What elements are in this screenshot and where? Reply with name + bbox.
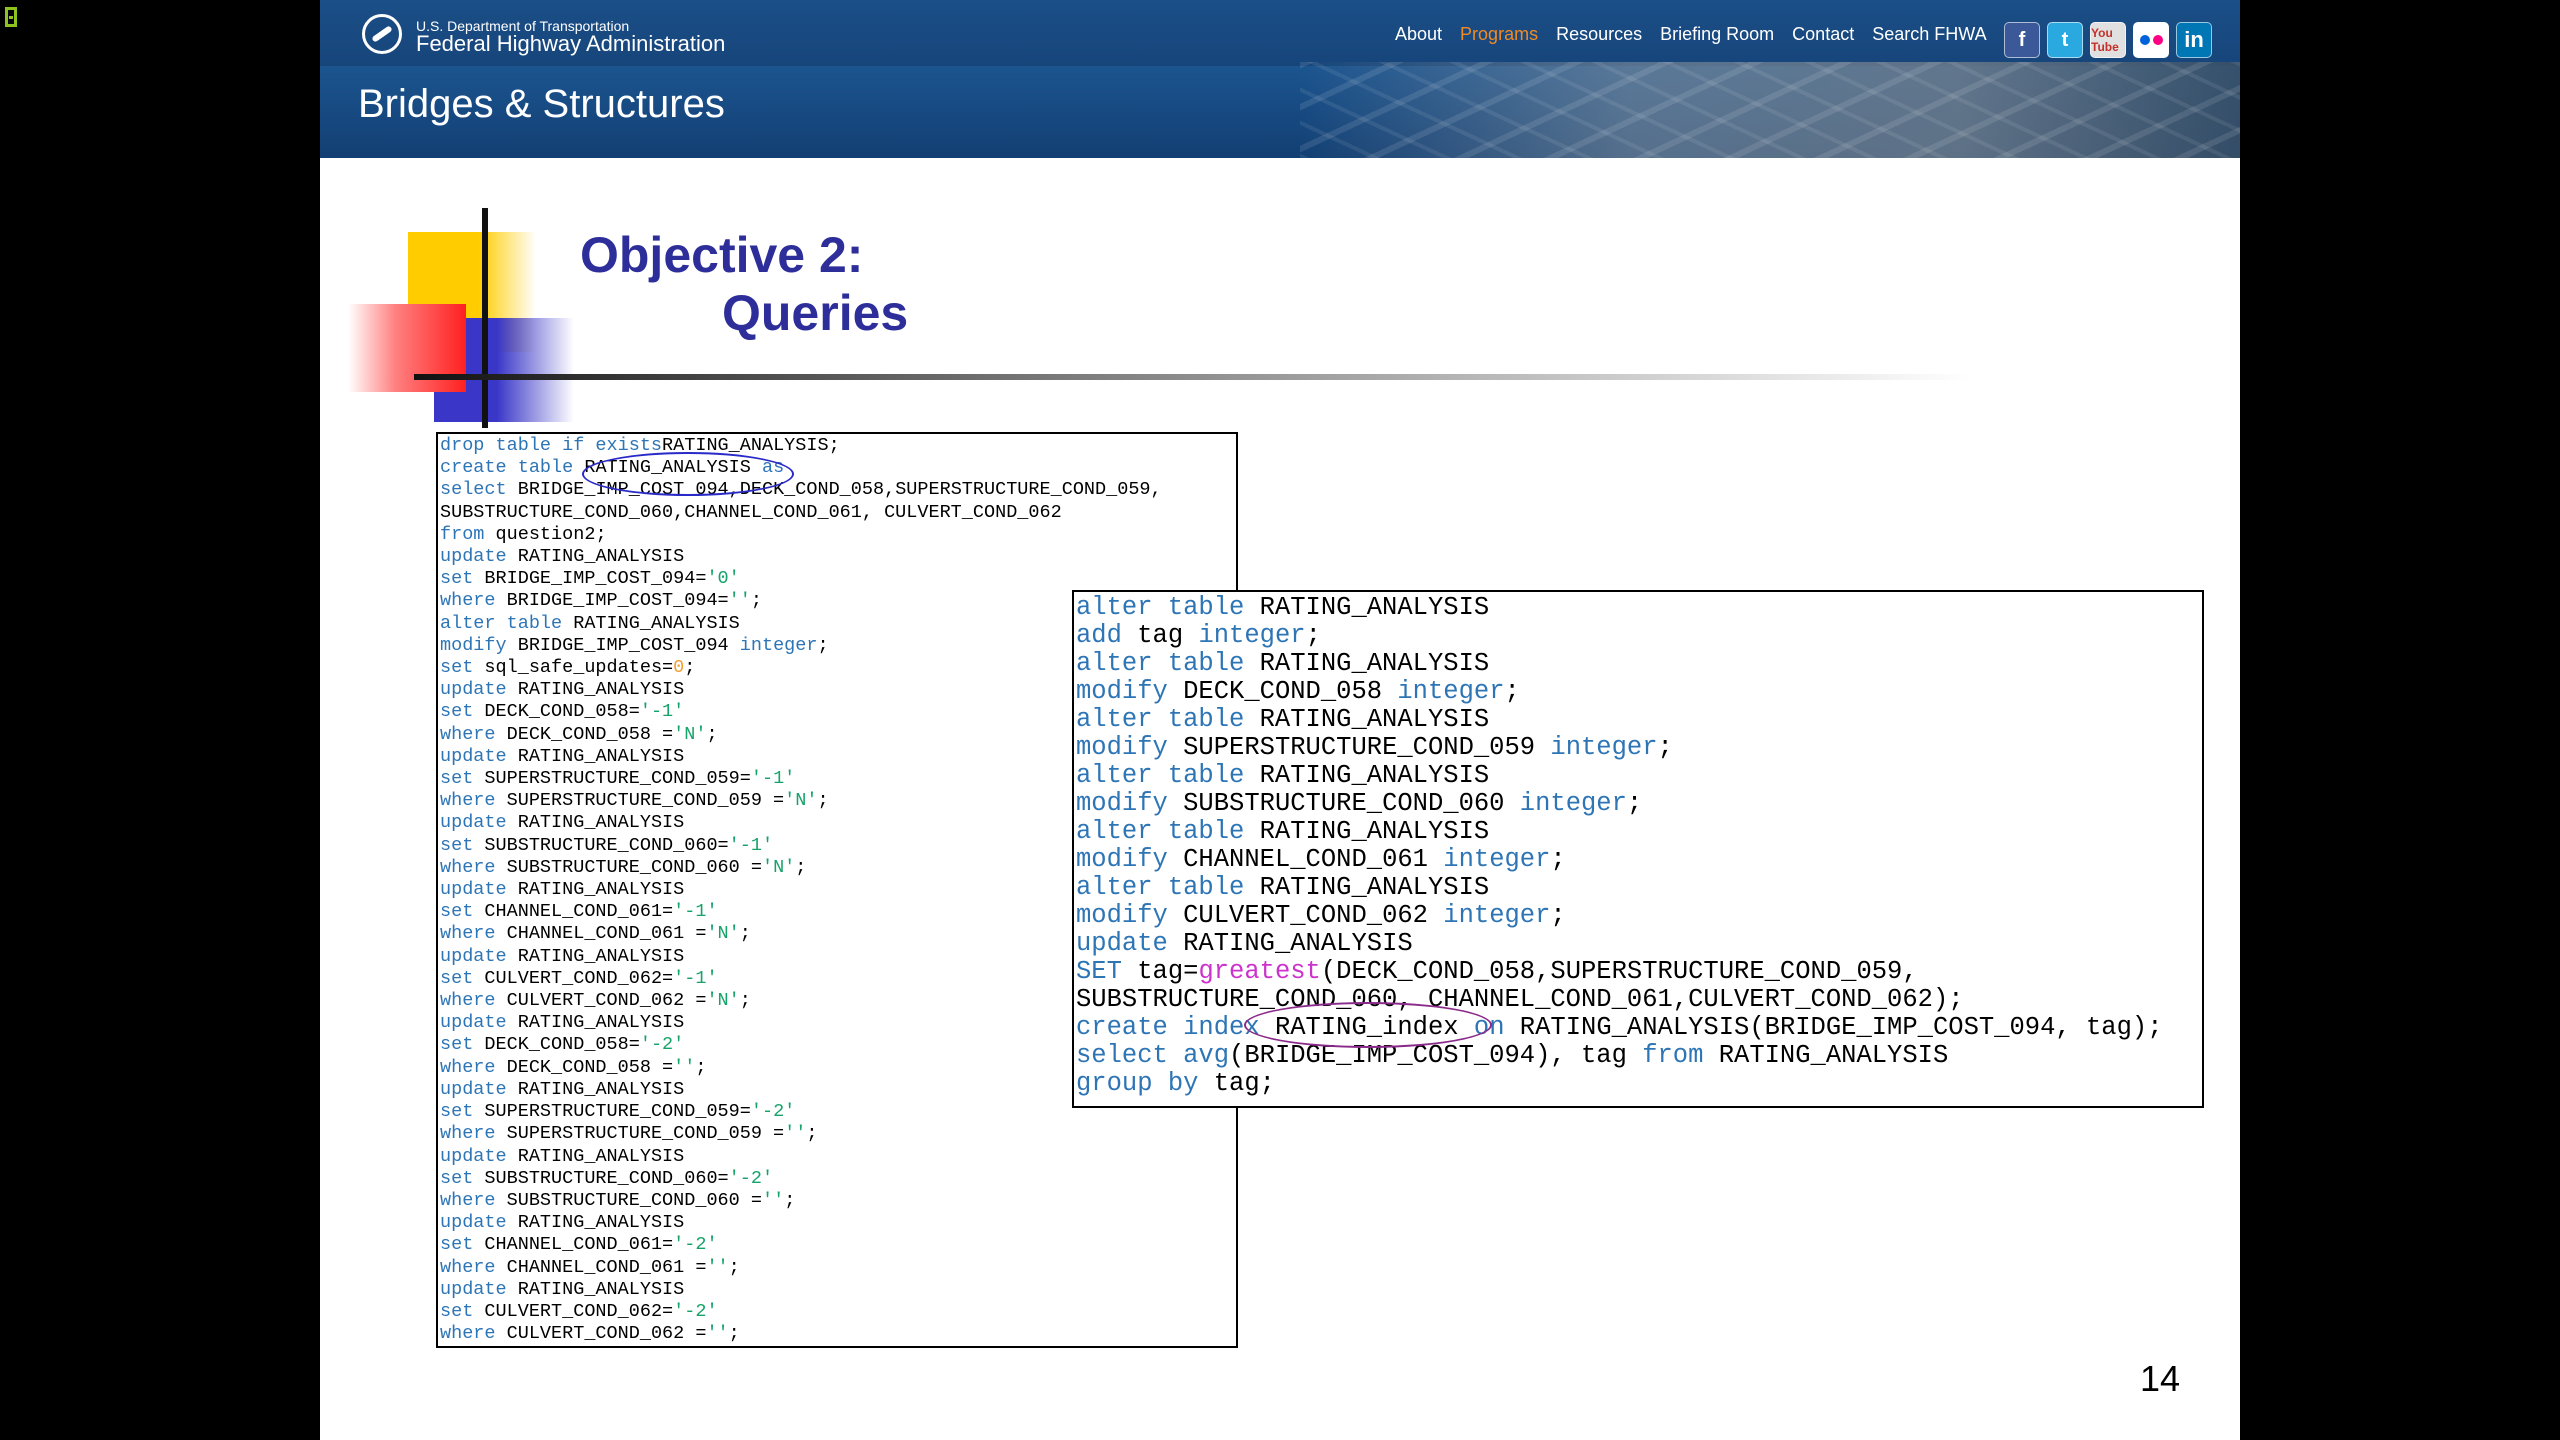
annotation-circle-table [582,452,794,496]
code-line: set CULVERT_COND_062='-2' [440,1300,718,1322]
code-line: modify CULVERT_COND_062 integer; [1076,901,1566,930]
code-line: SUBSTRUCTURE_COND_060, CHANNEL_COND_061,… [1076,985,1964,1014]
code-line: drop table if existsRATING_ANALYSIS; [440,435,840,456]
code-line: SET tag=greatest(DECK_COND_058,SUPERSTRU… [1076,957,1918,986]
code-line: where SUPERSTRUCTURE_COND_059 =''; [440,1123,818,1145]
top-nav: About Programs Resources Briefing Room C… [1395,24,2005,45]
code-line: from question2; [440,523,607,545]
decor-horizontal-line [414,374,2240,380]
code-line: modify SUBSTRUCTURE_COND_060 integer; [1076,789,1643,818]
nav-search-fhwa[interactable]: Search FHWA [1872,24,1986,45]
decor-vertical-line [482,208,488,428]
nav-about[interactable]: About [1395,24,1442,45]
code-line: group by tag; [1076,1069,1275,1098]
code-line: select BRIDGE_IMP_COST_094,DECK_COND_058… [440,479,1162,501]
annotation-circle-index [1244,1002,1492,1048]
code-line: alter table RATING_ANALYSIS [1076,761,1490,790]
code-line: modify SUPERSTRUCTURE_COND_059 integer; [1076,733,1673,762]
social-links: f t You Tube in [2004,22,2212,58]
slide-title: Objective 2: Queries [580,226,908,342]
code-line: set CHANNEL_COND_061='-2' [440,1234,718,1256]
nav-resources[interactable]: Resources [1556,24,1642,45]
sql-code-block-right: alter table RATING_ANALYSIS add tag integ… [1072,590,2204,1108]
code-line: alter table RATING_ANALYSIS [1076,649,1490,678]
code-line: update RATING_ANALYSIS [440,546,685,568]
code-line: add tag integer; [1076,621,1321,650]
page-number: 14 [2140,1358,2181,1399]
youtube-icon[interactable]: You Tube [2090,22,2126,58]
code-line: update RATING_ANALYSIS [1076,929,1413,958]
code-line: select avg(BRIDGE_IMP_COST_094), tag fro… [1076,1041,1949,1070]
code-line: update RATING_ANALYSIS [440,1212,685,1234]
nav-contact[interactable]: Contact [1792,24,1854,45]
twitter-icon[interactable]: t [2047,22,2083,58]
code-line: where CHANNEL_COND_061 =''; [440,1256,740,1278]
slide-title-line2: Queries [722,285,909,341]
slide: U.S. Department of Transportation Federa… [320,0,2240,1440]
code-line: where CULVERT_COND_062 =''; [440,1323,740,1345]
code-line: update RATING_ANALYSIS [440,1278,685,1300]
linkedin-icon[interactable]: in [2176,22,2212,58]
nav-programs[interactable]: Programs [1460,24,1538,45]
site-title[interactable]: Bridges & Structures [358,82,725,127]
flickr-icon[interactable] [2133,22,2169,58]
code-line: alter table RATING_ANALYSIS [1076,873,1490,902]
code-line: update RATING_ANALYSIS [440,1145,685,1167]
code-line: where SUBSTRUCTURE_COND_060 =''; [440,1189,796,1211]
nav-briefing-room[interactable]: Briefing Room [1660,24,1774,45]
highway-photo-banner [1300,62,2240,158]
app-corner-icon [5,7,17,27]
code-line: alter table RATING_ANALYSIS [1076,593,1490,622]
fhwa-header: U.S. Department of Transportation Federa… [320,0,2240,158]
slide-title-line1: Objective 2: [580,227,864,283]
code-line: create table RATING_ANALYSIS as [440,457,785,479]
code-line: set SUBSTRUCTURE_COND_060='-2' [440,1167,774,1189]
code-line: alter table RATING_ANALYSIS [1076,817,1490,846]
facebook-icon[interactable]: f [2004,22,2040,58]
agency-name[interactable]: Federal Highway Administration [416,31,725,57]
dot-logo-icon[interactable] [362,14,402,54]
code-line: set BRIDGE_IMP_COST_094='0' [440,568,740,590]
code-line: modify DECK_COND_058 integer; [1076,677,1520,706]
code-line: alter table RATING_ANALYSIS [1076,705,1490,734]
code-line: SUBSTRUCTURE_COND_060,CHANNEL_COND_061, … [440,501,1062,523]
code-line: modify CHANNEL_COND_061 integer; [1076,845,1566,874]
